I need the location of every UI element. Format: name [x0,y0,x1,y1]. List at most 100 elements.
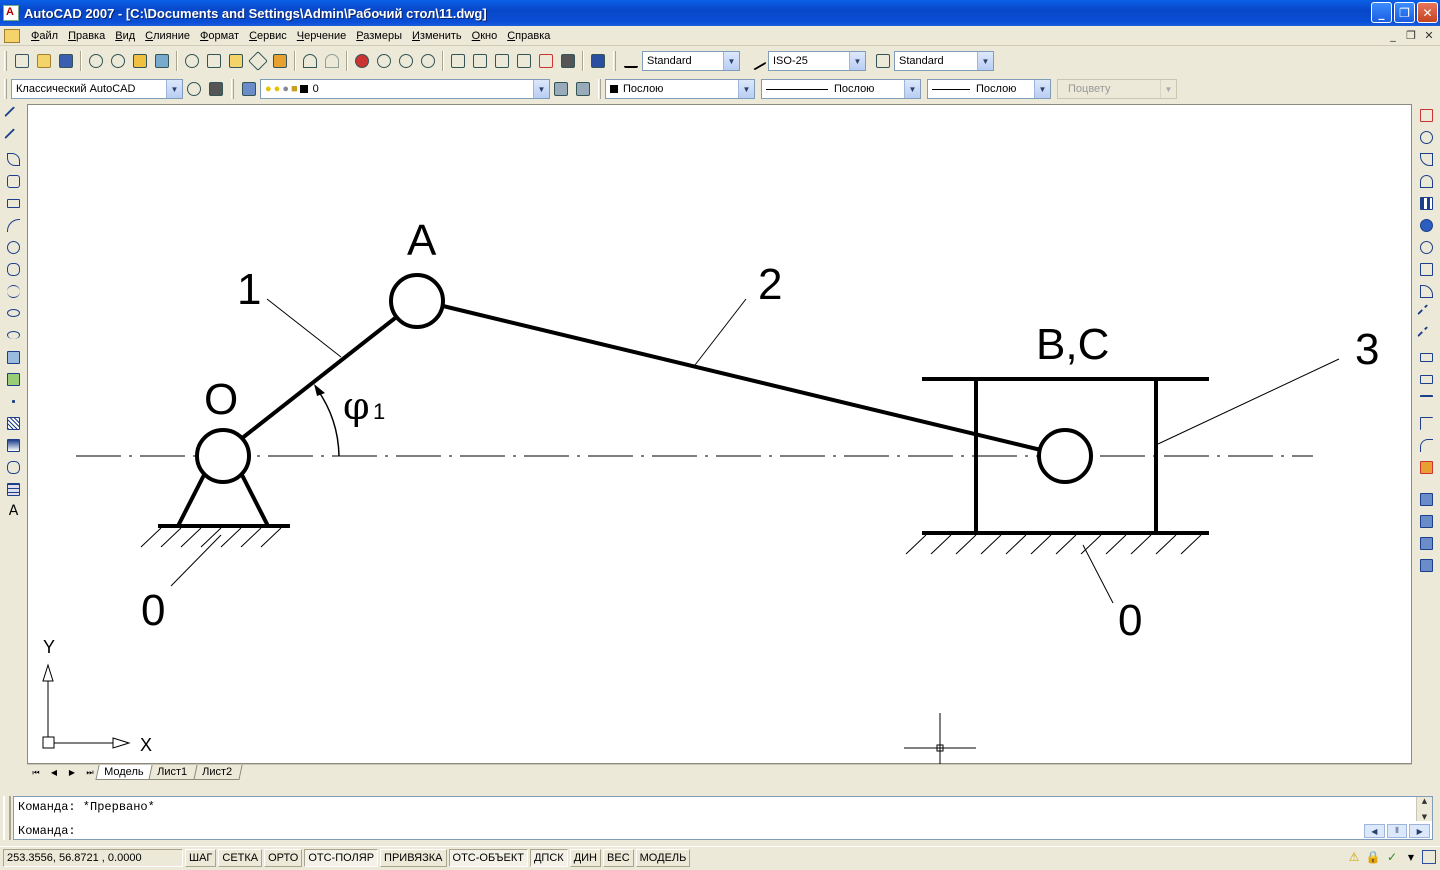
polar-toggle[interactable]: ОТС-ПОЛЯР [304,848,379,867]
polygon-icon[interactable] [3,170,25,192]
spline-icon[interactable] [3,280,25,302]
revision-cloud-icon[interactable] [3,258,25,280]
workspace-select[interactable]: Классический AutoCAD ▼ [11,79,183,99]
line-icon[interactable] [3,104,25,126]
array-icon[interactable] [1415,192,1437,214]
insert-block-icon[interactable] [3,346,25,368]
lineweight-toggle[interactable]: ВЕС [603,848,634,867]
doc-restore-button[interactable]: ❐ [1404,28,1418,42]
tool-palettes-icon[interactable] [491,50,513,72]
doc-close-button[interactable]: ✕ [1422,28,1436,42]
doc-minimize-button[interactable]: _ [1386,28,1400,42]
next-tab-button[interactable]: ▶ [63,766,81,780]
chevron-down-icon[interactable]: ▼ [977,52,993,70]
linetype-select[interactable]: Послою ▼ [761,79,921,99]
explode-icon[interactable] [1415,456,1437,478]
scroll-thumb[interactable]: ⦀ [1386,824,1408,838]
3d-dwf-icon[interactable] [151,50,173,72]
text-style-select[interactable]: Standard ▼ [642,51,740,71]
sheet-set-icon[interactable] [513,50,535,72]
make-block-icon[interactable] [3,368,25,390]
maximize-button[interactable]: ❐ [1394,2,1415,23]
zoom-realtime-icon[interactable] [373,50,395,72]
drawing-canvas[interactable]: A 1 2 3 O φ 1 B,C 0 0 X Y [27,104,1412,765]
circle-icon[interactable] [3,236,25,258]
menu-modify[interactable]: Изменить [407,30,467,42]
send-under-icon[interactable] [1415,554,1437,576]
chevron-down-icon[interactable]: ▼ [738,80,754,98]
markup-icon[interactable] [535,50,557,72]
color-select[interactable]: Послою ▼ [605,79,755,99]
chevron-down-icon[interactable]: ▼ [166,80,182,98]
model-space-toggle[interactable]: МОДЕЛЬ [635,848,691,867]
join-icon[interactable] [1415,390,1437,412]
menu-view[interactable]: Вид [110,30,140,42]
communication-center-icon[interactable]: ⚠ [1346,849,1362,865]
menu-format[interactable]: Формат [195,30,244,42]
title-bar[interactable]: AutoCAD 2007 - [C:\Documents and Setting… [0,0,1440,26]
chevron-down-icon[interactable]: ▼ [533,80,549,98]
pan-icon[interactable] [351,50,373,72]
menu-edit[interactable]: Правка [63,30,110,42]
coordinates-display[interactable]: 253.3556, 56.8721 , 0.0000 [3,848,183,867]
chevron-down-icon[interactable]: ▼ [904,80,920,98]
ellipse-icon[interactable] [3,302,25,324]
lineweight-select[interactable]: Послою ▼ [927,79,1051,99]
chamfer-icon[interactable] [1415,412,1437,434]
mirror-icon[interactable] [1415,148,1437,170]
paste-icon[interactable] [225,50,247,72]
tab-model[interactable]: Модель [95,765,155,780]
layer-select[interactable]: ● ● ● ■ 0 ▼ [260,79,550,99]
command-horizontal-scroll[interactable]: ◀ ⦀ ▶ [1364,824,1431,838]
new-file-icon[interactable] [11,50,33,72]
chevron-down-icon[interactable]: ▼ [849,52,865,70]
polyline-icon[interactable] [3,148,25,170]
trim-icon[interactable] [1415,302,1437,324]
move-icon[interactable] [1415,214,1437,236]
osnap-toggle[interactable]: ПРИВЯЗКА [380,848,447,867]
chevron-down-icon[interactable]: ▼ [1034,80,1050,98]
ellipse-arc-icon[interactable] [3,324,25,346]
menu-help[interactable]: Справка [502,30,555,42]
scale-icon[interactable] [1415,258,1437,280]
menu-draw[interactable]: Черчение [292,30,352,42]
layer-previous-icon[interactable] [572,78,594,100]
undo-icon[interactable] [299,50,321,72]
properties-icon[interactable] [447,50,469,72]
table-style-select[interactable]: Standard ▼ [894,51,994,71]
erase-icon[interactable] [1415,104,1437,126]
workspace-save-icon[interactable] [205,78,227,100]
table-icon[interactable] [3,478,25,500]
bring-to-front-icon[interactable] [1415,488,1437,510]
command-prompt[interactable]: Команда: [18,823,76,839]
workspace-settings-icon[interactable] [183,78,205,100]
clean-screen-icon[interactable] [1422,850,1436,864]
match-properties-icon[interactable] [247,50,269,72]
dyn-toggle[interactable]: ДИН [569,848,602,867]
first-tab-button[interactable]: ⏮ [27,766,45,780]
offset-icon[interactable] [1415,170,1437,192]
menu-dimension[interactable]: Размеры [351,30,407,42]
stretch-icon[interactable] [1415,280,1437,302]
save-icon[interactable] [55,50,77,72]
plot-preview-icon[interactable] [107,50,129,72]
fillet-icon[interactable] [1415,434,1437,456]
menu-tools[interactable]: Сервис [244,30,292,42]
bring-above-icon[interactable] [1415,532,1437,554]
construction-line-icon[interactable] [3,126,25,148]
command-scrollbar[interactable]: ▲ ▼ [1416,797,1432,821]
hatch-icon[interactable] [3,412,25,434]
document-icon[interactable] [4,28,20,43]
scroll-left-icon[interactable]: ◀ [1364,824,1385,838]
send-to-back-icon[interactable] [1415,510,1437,532]
scroll-right-icon[interactable]: ▶ [1409,824,1431,838]
minimize-button[interactable]: _ [1371,2,1392,23]
help-icon[interactable] [587,50,609,72]
menu-file[interactable]: Файл [26,30,63,42]
region-icon[interactable] [3,456,25,478]
extend-icon[interactable] [1415,324,1437,346]
ortho-toggle[interactable]: ОРТО [264,848,303,867]
tab-layout1[interactable]: Лист1 [148,765,199,780]
ducs-toggle[interactable]: ДПСК [529,848,568,867]
zoom-previous-icon[interactable] [417,50,439,72]
